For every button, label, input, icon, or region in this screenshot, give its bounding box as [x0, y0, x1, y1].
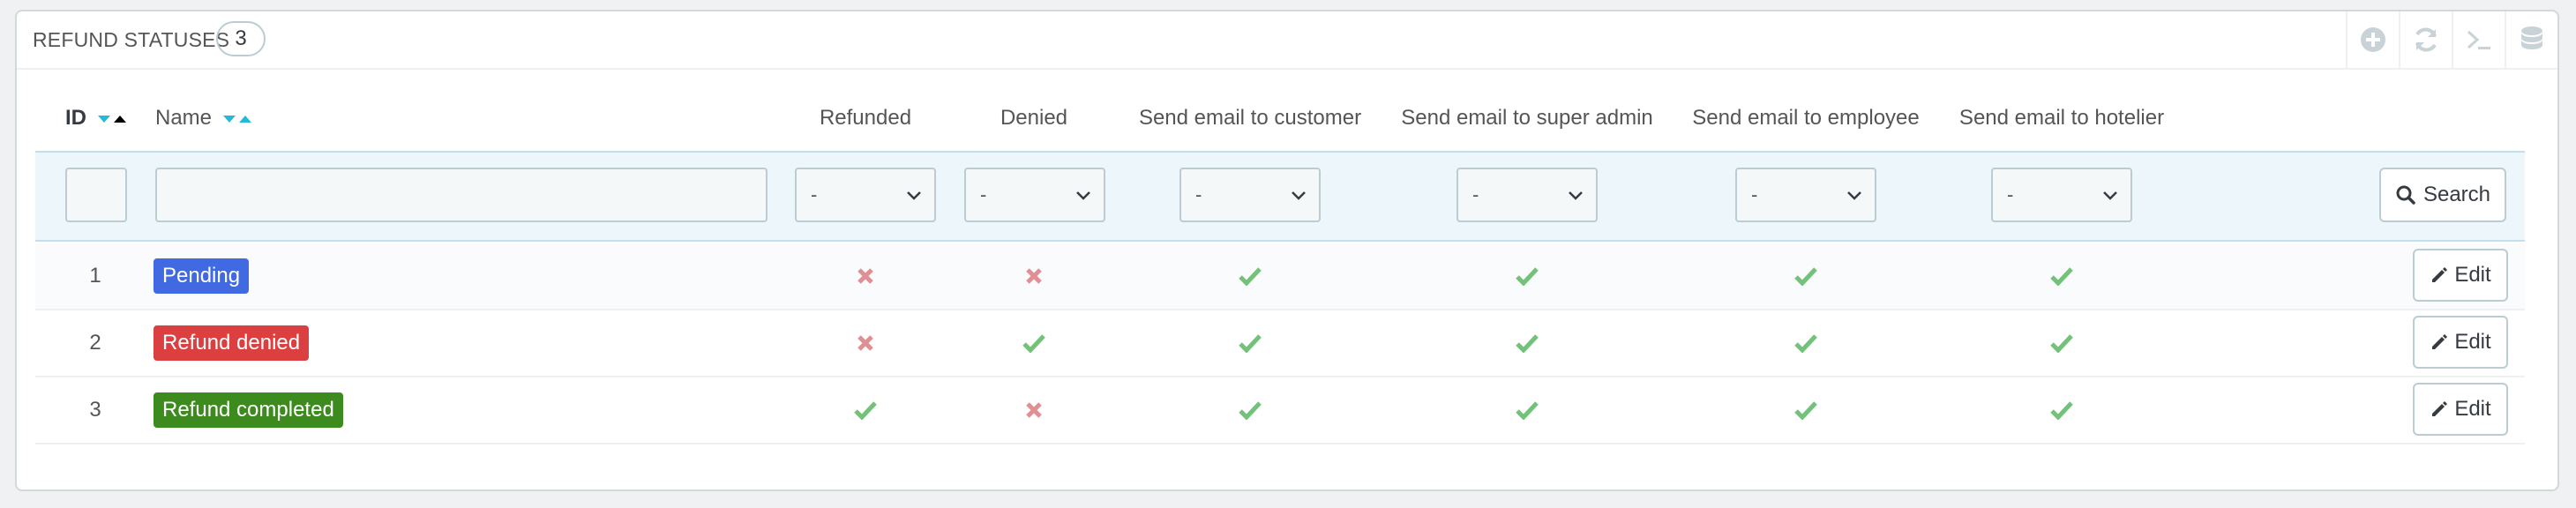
check-icon[interactable] — [1239, 377, 1262, 443]
database-icon — [2521, 26, 2542, 49]
edit-button-label: Edit — [2454, 330, 2491, 354]
edit-button-label: Edit — [2454, 263, 2491, 287]
sort-controls-id — [96, 96, 128, 142]
check-icon[interactable] — [1239, 243, 1262, 309]
search-button[interactable]: Search — [2379, 168, 2506, 222]
add-circle-icon — [2361, 27, 2385, 52]
check-icon[interactable] — [2050, 310, 2073, 376]
status-label: Refund completed — [154, 392, 343, 428]
id-filter-input[interactable] — [65, 168, 127, 222]
select-value: - — [1751, 183, 1758, 205]
check-icon[interactable] — [1022, 310, 1045, 376]
row-id: 3 — [89, 398, 101, 422]
check-icon[interactable] — [2050, 243, 2073, 309]
select-value: - — [811, 183, 818, 205]
check-icon[interactable] — [1794, 243, 1817, 309]
add-new-button[interactable] — [2346, 11, 2399, 68]
check-icon[interactable] — [2050, 377, 2073, 443]
row-id: 1 — [89, 264, 101, 288]
refresh-button[interactable] — [2399, 11, 2452, 68]
check-icon[interactable] — [1516, 243, 1539, 309]
edit-button-label: Edit — [2454, 397, 2491, 421]
status-label: Refund denied — [154, 325, 310, 361]
column-header-email-customer: Send email to customer — [1138, 106, 1362, 130]
column-header-denied: Denied — [1000, 106, 1068, 130]
table-row[interactable]: 1 Pending Edit — [35, 243, 2525, 310]
check-icon[interactable] — [1239, 310, 1262, 376]
row-id: 2 — [89, 331, 101, 355]
panel-title: REFUND STATUSES — [33, 28, 230, 51]
check-icon[interactable] — [1794, 310, 1817, 376]
column-header-name: Name — [155, 95, 253, 141]
column-header-email-hotelier: Send email to hotelier — [1958, 106, 2165, 130]
cross-icon[interactable] — [857, 243, 874, 309]
chevron-down-icon — [1292, 191, 1306, 200]
chevron-down-icon — [1076, 191, 1090, 200]
row-name-cell: Refund denied — [154, 310, 310, 376]
denied-filter-select[interactable]: - — [964, 168, 1105, 222]
cross-icon[interactable] — [857, 310, 874, 376]
sort-asc-icon[interactable] — [113, 115, 126, 123]
search-button-label: Search — [2422, 183, 2491, 206]
sort-controls-name — [221, 96, 253, 142]
email-employee-filter-select[interactable]: - — [1735, 168, 1876, 222]
column-header-email-super-admin: Send email to super admin — [1401, 106, 1653, 130]
chevron-down-icon — [907, 191, 921, 200]
select-value: - — [1195, 183, 1202, 205]
check-icon[interactable] — [854, 377, 877, 443]
table-row[interactable]: 2 Refund denied Edit — [35, 310, 2525, 377]
column-label-name: Name — [155, 106, 213, 130]
check-icon[interactable] — [1794, 377, 1817, 443]
panel-heading: REFUND STATUSES 3 — [17, 11, 2557, 70]
check-icon[interactable] — [1516, 310, 1539, 376]
select-value: - — [1472, 183, 1479, 205]
cross-icon[interactable] — [1025, 377, 1043, 443]
edit-button[interactable]: Edit — [2413, 383, 2508, 436]
row-name-cell: Pending — [154, 243, 250, 309]
chevron-down-icon — [1847, 191, 1861, 200]
row-name-cell: Refund completed — [154, 377, 343, 443]
table-row[interactable]: 3 Refund completed Edit — [35, 377, 2525, 444]
filter-row: - - - - - - Search — [35, 151, 2525, 242]
cross-icon[interactable] — [1025, 243, 1043, 309]
email-hotelier-filter-select[interactable]: - — [1991, 168, 2132, 222]
export-database-button[interactable] — [2505, 11, 2557, 68]
sql-query-button[interactable] — [2452, 11, 2505, 68]
count-badge: 3 — [216, 21, 266, 56]
email-customer-filter-select[interactable]: - — [1179, 168, 1321, 222]
refresh-icon — [2415, 27, 2437, 52]
pencil-icon — [2432, 401, 2448, 416]
select-value: - — [2007, 183, 2014, 205]
edit-button[interactable]: Edit — [2413, 249, 2508, 302]
select-value: - — [980, 183, 987, 205]
sort-asc-icon[interactable] — [238, 115, 251, 123]
column-header-id: ID — [65, 95, 128, 141]
column-header-email-employee: Send email to employee — [1692, 106, 1920, 130]
panel-toolbar — [2346, 11, 2557, 68]
status-label: Pending — [154, 258, 250, 294]
check-icon[interactable] — [1516, 377, 1539, 443]
sql-terminal-icon — [2467, 30, 2490, 49]
chevron-down-icon — [1569, 191, 1583, 200]
edit-button[interactable]: Edit — [2413, 316, 2508, 369]
pencil-icon — [2432, 334, 2448, 349]
chevron-down-icon — [2103, 191, 2117, 200]
column-label-id: ID — [65, 106, 86, 130]
column-header-refunded: Refunded — [819, 106, 912, 130]
sort-desc-icon[interactable] — [222, 115, 236, 123]
email-super-admin-filter-select[interactable]: - — [1456, 168, 1598, 222]
name-filter-input[interactable] — [155, 168, 768, 222]
sort-desc-icon[interactable] — [97, 115, 110, 123]
search-icon — [2396, 185, 2415, 205]
pencil-icon — [2432, 267, 2448, 282]
table-header: ID Name Refunded Denied Send email to cu… — [35, 95, 2525, 141]
refunded-filter-select[interactable]: - — [795, 168, 936, 222]
